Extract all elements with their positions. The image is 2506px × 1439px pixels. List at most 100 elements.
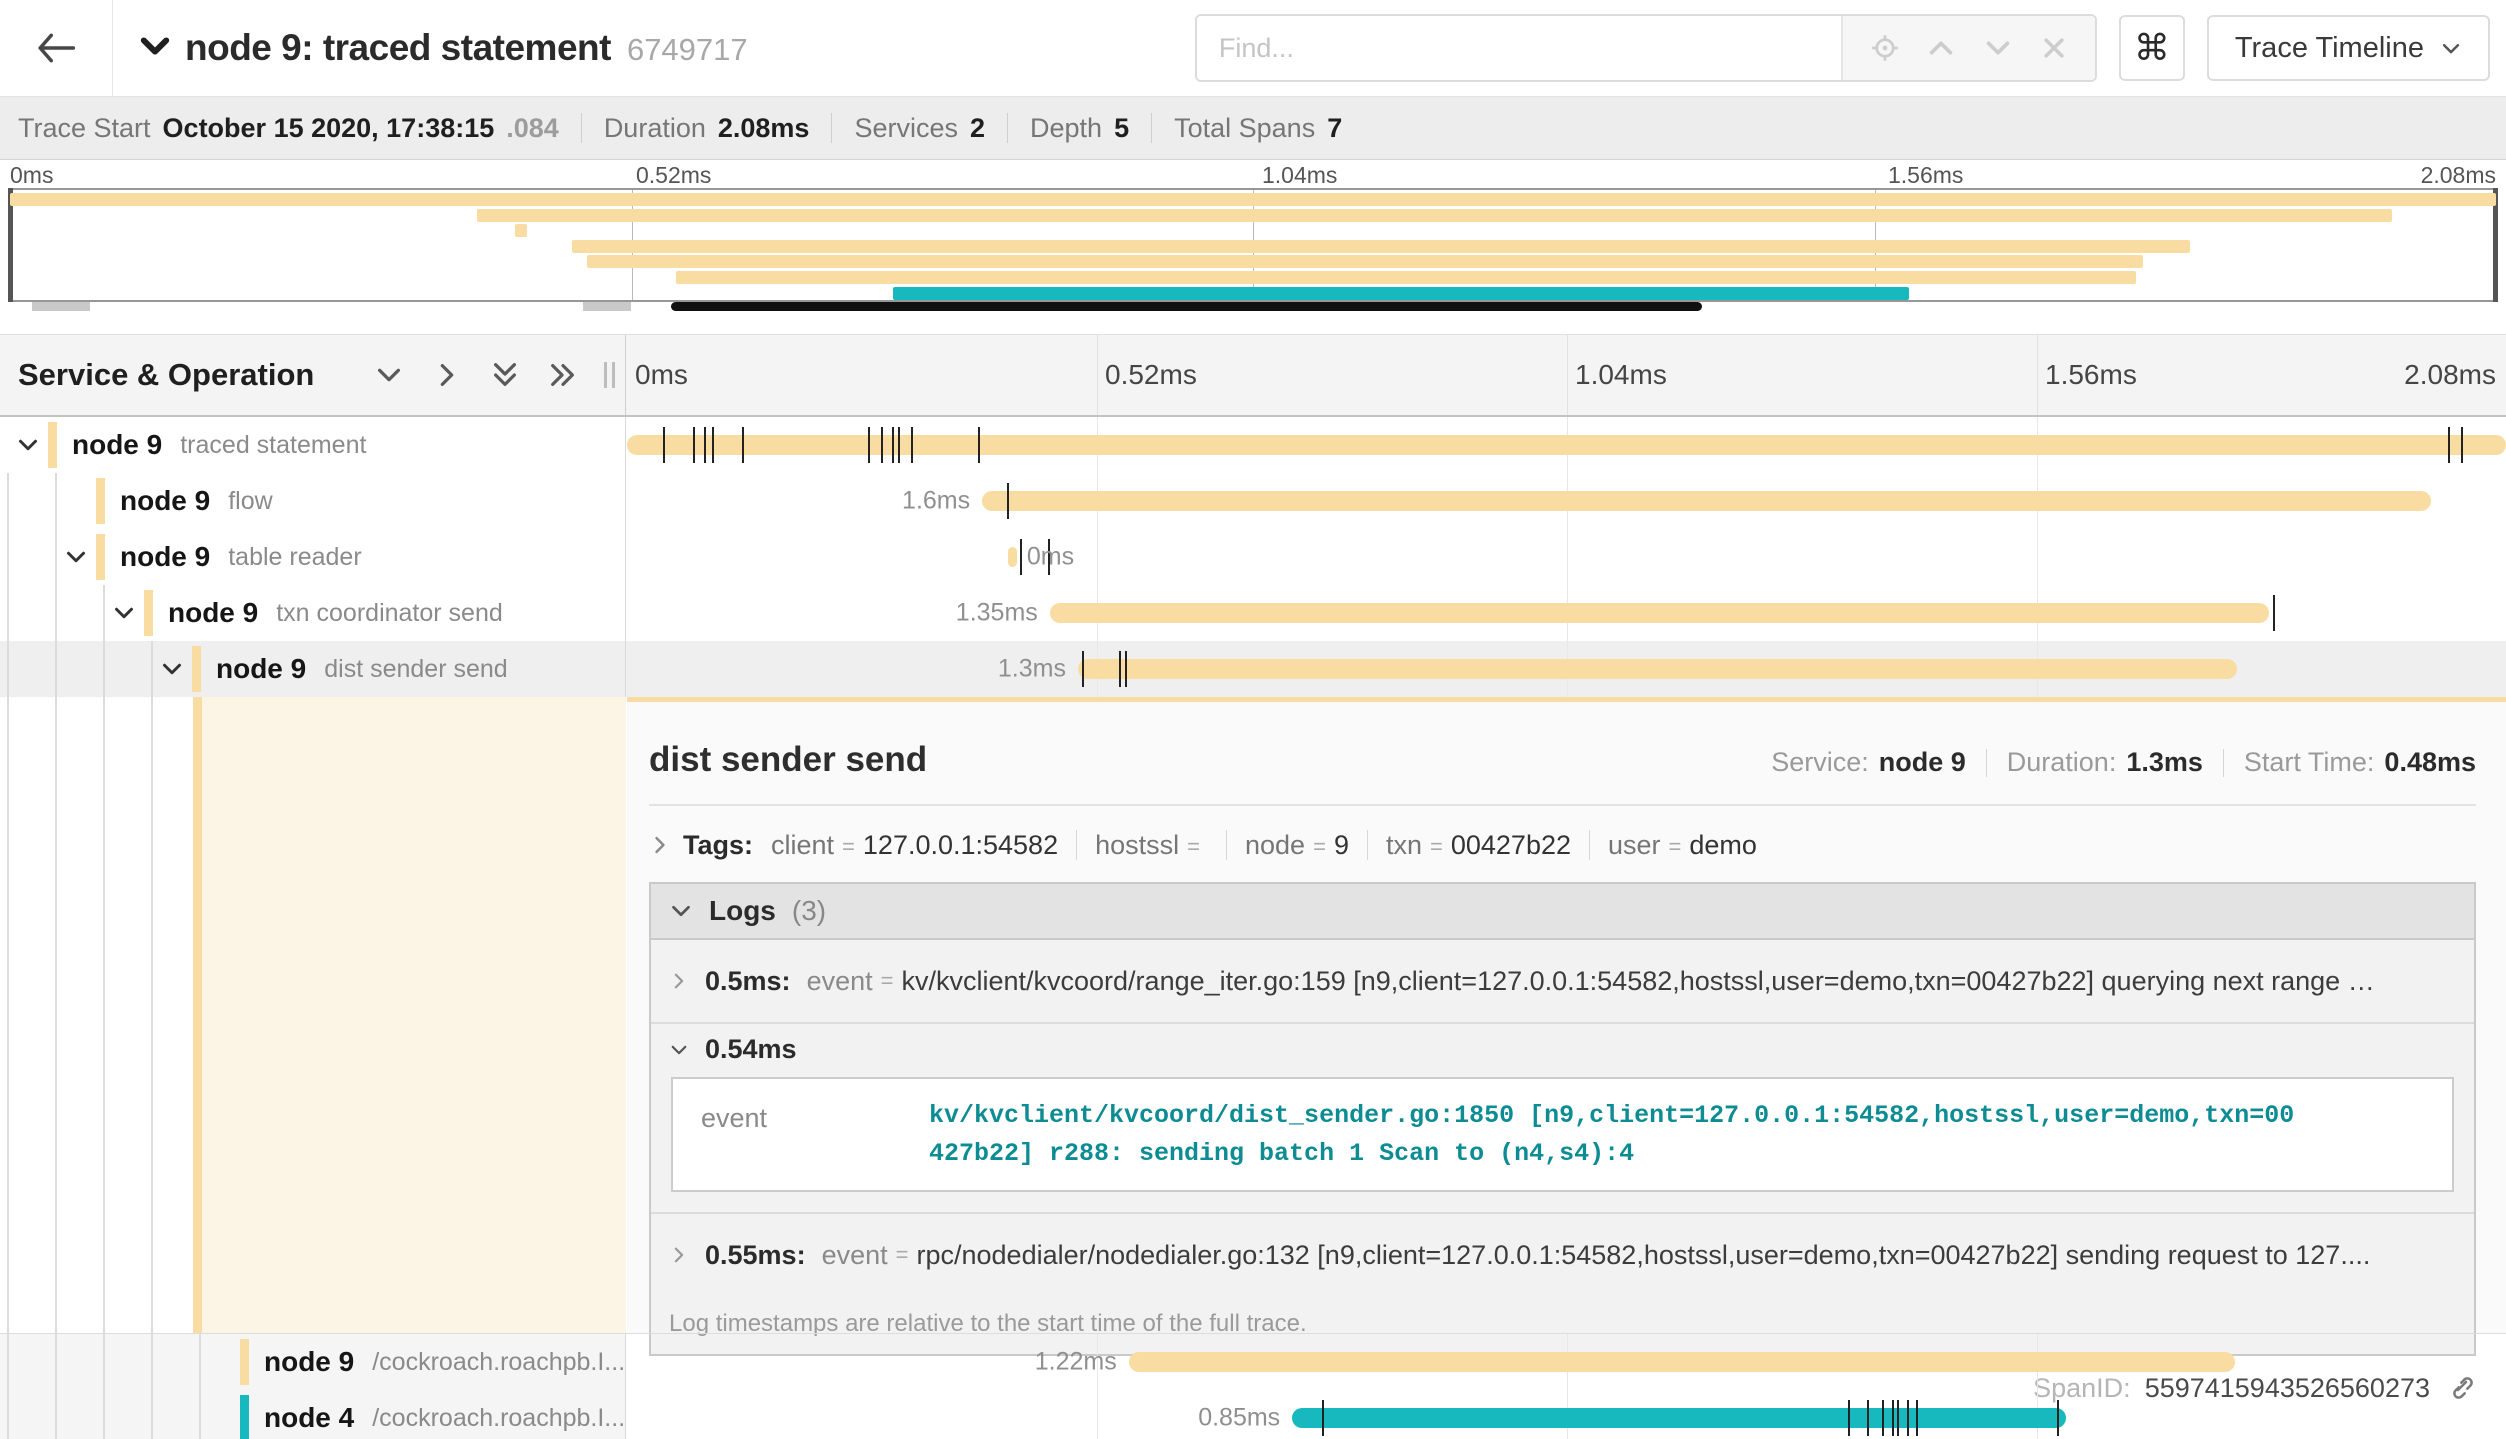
span-bar[interactable] [1050, 603, 2269, 623]
clear-find-icon[interactable] [2040, 34, 2068, 62]
expand-chevron-icon[interactable] [16, 433, 40, 457]
log-entry-expanded-header[interactable]: 0.54ms [651, 1024, 2474, 1073]
column-resize-grip[interactable] [604, 362, 615, 388]
keyboard-shortcuts-button[interactable]: ⌘ [2119, 15, 2185, 81]
log-tick-mark [978, 427, 980, 463]
timeline-axis-tick-label: 1.56ms [2045, 359, 2137, 391]
span-bar[interactable] [1078, 659, 2237, 679]
find-prev-icon[interactable] [1926, 33, 1956, 63]
tag-item: txn=00427b22 [1386, 830, 1571, 861]
span-bar[interactable] [627, 435, 2506, 455]
expand-chevron-icon[interactable] [112, 601, 136, 625]
service-value: node 9 [1879, 747, 1966, 778]
log-tick-mark [1119, 651, 1121, 687]
meta-separator [1986, 749, 1987, 777]
timeline-gridline [1097, 529, 1098, 585]
span-detail-title: dist sender send [649, 740, 927, 780]
span-bar[interactable] [1292, 1408, 2066, 1428]
indent-guide [7, 1334, 9, 1390]
log-tick-mark [704, 427, 706, 463]
collapse-trace-chevron-icon[interactable] [137, 28, 173, 69]
indent-guide [55, 1334, 57, 1390]
indent-guide [7, 697, 9, 1333]
view-mode-dropdown[interactable]: Trace Timeline [2207, 15, 2490, 81]
span-detail-indent-column [0, 697, 626, 1333]
collapse-all-icon[interactable] [490, 360, 520, 390]
indent-guide [151, 1390, 153, 1439]
span-row[interactable]: node 9flow1.6ms [0, 473, 2506, 529]
span-bar[interactable] [1008, 547, 1016, 567]
span-bar[interactable] [982, 491, 2431, 511]
span-row-timeline-cell: 1.22ms [627, 1334, 2506, 1390]
tags-accordion[interactable]: Tags: client=127.0.0.1:54582hostssl=node… [649, 822, 2476, 868]
stat-label: Trace Start [18, 113, 151, 144]
service-name: node 4 [264, 1402, 354, 1434]
tag-item: user=demo [1608, 830, 1757, 861]
span-duration-label: 1.35ms [956, 599, 1038, 628]
tag-equals: = [1187, 834, 1200, 860]
minimap-grip-right[interactable] [583, 302, 631, 311]
span-row[interactable]: node 4/cockroach.roachpb.I...0.85ms [0, 1390, 2506, 1439]
tags-label: Tags: [683, 830, 753, 861]
logs-accordion-header[interactable]: Logs (3) [651, 884, 2474, 940]
expand-all-icon[interactable] [548, 360, 578, 390]
span-detail-header: dist sender send Service: node 9 Duratio… [649, 740, 2476, 780]
stat-value: 7 [1327, 113, 1342, 144]
stat-item: Services2 [854, 113, 985, 144]
span-row[interactable]: node 9txn coordinator send1.35ms [0, 585, 2506, 641]
tag-value: demo [1689, 830, 1757, 861]
stat-value: 5 [1114, 113, 1129, 144]
back-button[interactable] [0, 0, 113, 96]
span-row[interactable]: node 9table reader0ms [0, 529, 2506, 585]
timeline-scrollbar[interactable] [671, 302, 1702, 311]
log-tick-mark [1897, 1400, 1899, 1436]
expand-chevron-icon[interactable] [64, 545, 88, 569]
expand-chevron-icon[interactable] [160, 657, 184, 681]
span-row[interactable]: node 9traced statement [0, 417, 2506, 473]
span-bar[interactable] [1129, 1352, 2236, 1372]
chevron-right-icon [669, 971, 689, 991]
log-timestamp: 0.55ms: [705, 1240, 806, 1271]
timeline-gridline [2037, 335, 2038, 415]
indent-guide [103, 585, 105, 641]
tag-key: txn [1386, 830, 1422, 861]
log-timestamp: 0.5ms: [705, 966, 791, 997]
back-arrow-icon [37, 33, 75, 63]
minimap-span-bar [676, 271, 2135, 284]
selected-span-band [202, 697, 626, 1333]
span-row-timeline-cell: 1.3ms [627, 641, 2506, 697]
minimap-axis-tick-label: 1.04ms [1262, 162, 1337, 189]
tag-equals: = [1430, 834, 1443, 860]
find-input[interactable] [1197, 16, 1841, 80]
log-entry-collapsed[interactable]: 0.5ms: event = kv/kvclient/kvcoord/range… [651, 940, 2474, 1022]
timeline-gridline [1567, 335, 1568, 415]
indent-guide [7, 473, 9, 529]
indent-guide [7, 641, 9, 697]
timeline-gridline [1567, 529, 1568, 585]
log-tick-mark [911, 427, 913, 463]
log-tick-mark [2057, 1400, 2059, 1436]
log-field-value: kv/kvclient/kvcoord/dist_sender.go:1850 … [929, 1079, 2331, 1190]
find-next-icon[interactable] [1983, 33, 2013, 63]
minimap-grip-left[interactable] [32, 302, 90, 311]
trace-minimap[interactable] [8, 188, 2498, 302]
collapse-one-icon[interactable] [374, 360, 404, 390]
span-row[interactable]: node 9/cockroach.roachpb.I...1.22ms [0, 1334, 2506, 1390]
timeline-axis-tick-label: 1.04ms [1575, 359, 1667, 391]
span-row[interactable]: node 9dist sender send1.3ms [0, 641, 2506, 697]
chevron-right-icon [669, 1245, 689, 1265]
operation-name: txn coordinator send [276, 599, 503, 628]
span-duration-label: 1.3ms [998, 655, 1066, 684]
span-row-timeline-cell: 0ms [627, 529, 2506, 585]
stat-label: Duration [604, 113, 706, 144]
indent-guide [55, 585, 57, 641]
log-entry-collapsed[interactable]: 0.55ms: event = rpc/nodedialer/nodediale… [651, 1214, 2474, 1296]
log-tick-mark [1125, 651, 1127, 687]
locate-icon[interactable] [1870, 33, 1900, 63]
expand-one-icon[interactable] [432, 360, 462, 390]
logs-label: Logs [709, 895, 776, 927]
log-tick-mark [742, 427, 744, 463]
minimap-span-bar [893, 287, 1910, 300]
duration-label: Duration: [2007, 747, 2117, 778]
operation-name: table reader [228, 543, 361, 572]
